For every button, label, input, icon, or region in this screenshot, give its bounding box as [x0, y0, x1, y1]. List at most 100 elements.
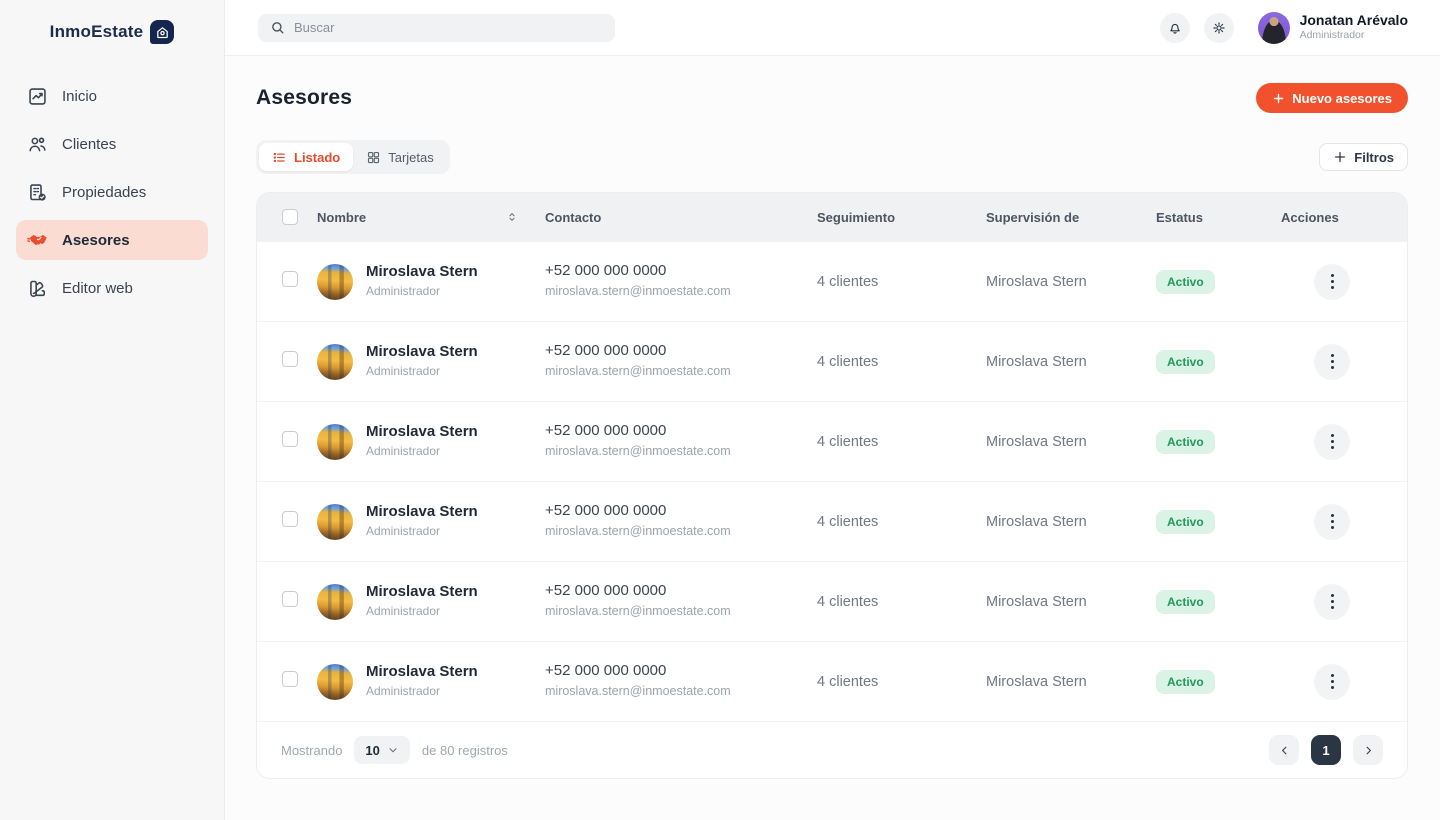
seguimiento-value: 4 clientes [817, 594, 986, 610]
status-badge: Activo [1156, 510, 1215, 534]
asesor-name: Miroslava Stern [366, 663, 478, 682]
select-all-checkbox[interactable] [282, 209, 298, 225]
tab-listado[interactable]: Listado [259, 143, 353, 171]
view-switcher: Listado Tarjetas [256, 140, 450, 174]
content: Asesores Nuevo asesores [225, 56, 1440, 820]
kebab-icon [1331, 274, 1334, 289]
new-asesor-button[interactable]: Nuevo asesores [1256, 83, 1408, 113]
asesor-phone: +52 000 000 0000 [545, 581, 817, 601]
tab-tarjetas[interactable]: Tarjetas [353, 143, 447, 171]
row-checkbox[interactable] [282, 591, 298, 607]
filters-button[interactable]: Filtros [1319, 143, 1408, 171]
row-actions-button[interactable] [1314, 344, 1350, 380]
asesor-role: Administrador [366, 602, 478, 620]
tab-listado-label: Listado [294, 150, 340, 165]
row-actions-button[interactable] [1314, 264, 1350, 300]
sidebar-item-inicio[interactable]: Inicio [16, 76, 208, 116]
asesor-avatar [317, 504, 353, 540]
search-icon [270, 20, 285, 35]
asesor-email: miroslava.stern@inmoestate.com [545, 521, 817, 542]
sidebar-item-propiedades[interactable]: Propiedades [16, 172, 208, 212]
sidebar-item-label: Editor web [62, 280, 133, 297]
asesor-name: Miroslava Stern [366, 423, 478, 442]
asesor-avatar [317, 264, 353, 300]
main-area: Jonatan Arévalo Administrador Asesores N… [225, 0, 1440, 820]
row-checkbox[interactable] [282, 351, 298, 367]
status-badge: Activo [1156, 670, 1215, 694]
supervision-value: Miroslava Stern [986, 674, 1156, 690]
table-footer: Mostrando 10 de 80 registros [257, 721, 1407, 778]
sort-icon[interactable] [505, 210, 519, 224]
row-checkbox[interactable] [282, 671, 298, 687]
kebab-icon [1331, 594, 1334, 609]
page-header: Asesores Nuevo asesores [256, 82, 1408, 114]
row-checkbox[interactable] [282, 271, 298, 287]
house-icon [150, 20, 174, 44]
asesor-name: Miroslava Stern [366, 263, 478, 282]
asesor-phone: +52 000 000 0000 [545, 661, 817, 681]
column-header-estatus: Estatus [1156, 210, 1281, 225]
supervision-value: Miroslava Stern [986, 274, 1156, 290]
current-page-button[interactable]: 1 [1311, 735, 1341, 765]
chevron-left-icon [1278, 744, 1291, 757]
supervision-value: Miroslava Stern [986, 514, 1156, 530]
gear-icon [1211, 20, 1227, 36]
row-actions-button[interactable] [1314, 504, 1350, 540]
sidebar: InmoEstate Inicio [0, 0, 225, 820]
settings-button[interactable] [1204, 13, 1234, 43]
kebab-icon [1331, 674, 1334, 689]
sidebar-nav: Inicio Clientes Propiedades [16, 76, 208, 308]
plus-icon [1333, 150, 1347, 164]
palette-icon [26, 277, 48, 299]
asesor-role: Administrador [366, 442, 478, 460]
table-row: Miroslava Stern Administrador +52 000 00… [257, 641, 1407, 721]
pagination: 1 [1269, 735, 1383, 765]
seguimiento-value: 4 clientes [817, 674, 986, 690]
sidebar-item-editor-web[interactable]: Editor web [16, 268, 208, 308]
records-label: de 80 registros [422, 743, 508, 758]
list-icon [272, 150, 287, 165]
users-icon [26, 133, 48, 155]
column-header-nombre: Nombre [317, 210, 366, 225]
asesores-table: Nombre Contacto Seguimiento Supervisión … [256, 192, 1408, 779]
prev-page-button[interactable] [1269, 735, 1299, 765]
row-checkbox[interactable] [282, 511, 298, 527]
notifications-button[interactable] [1160, 13, 1190, 43]
sidebar-item-asesores[interactable]: Asesores [16, 220, 208, 260]
row-actions-button[interactable] [1314, 584, 1350, 620]
sidebar-item-clientes[interactable]: Clientes [16, 124, 208, 164]
kebab-icon [1331, 434, 1334, 449]
sidebar-item-label: Clientes [62, 136, 116, 153]
row-checkbox[interactable] [282, 431, 298, 447]
page-size-select[interactable]: 10 [354, 736, 409, 764]
asesor-name: Miroslava Stern [366, 343, 478, 362]
asesor-email: miroslava.stern@inmoestate.com [545, 441, 817, 462]
column-header-contacto: Contacto [545, 210, 817, 225]
next-page-button[interactable] [1353, 735, 1383, 765]
sidebar-item-label: Propiedades [62, 184, 146, 201]
handshake-icon [26, 229, 48, 251]
user-name: Jonatan Arévalo [1300, 12, 1408, 29]
asesor-name: Miroslava Stern [366, 503, 478, 522]
seguimiento-value: 4 clientes [817, 274, 986, 290]
table-row: Miroslava Stern Administrador +52 000 00… [257, 321, 1407, 401]
page-size-control: Mostrando 10 de 80 registros [281, 736, 508, 764]
tab-tarjetas-label: Tarjetas [388, 150, 434, 165]
chevron-right-icon [1362, 744, 1375, 757]
row-actions-button[interactable] [1314, 664, 1350, 700]
table-header-row: Nombre Contacto Seguimiento Supervisión … [257, 193, 1407, 241]
topbar: Jonatan Arévalo Administrador [225, 0, 1440, 56]
bell-icon [1167, 20, 1183, 36]
asesor-avatar [317, 664, 353, 700]
search-input[interactable] [294, 20, 603, 35]
column-header-seguimiento: Seguimiento [817, 210, 986, 225]
seguimiento-value: 4 clientes [817, 434, 986, 450]
table-body: Miroslava Stern Administrador +52 000 00… [257, 241, 1407, 721]
chevron-down-icon [387, 744, 399, 756]
user-menu[interactable]: Jonatan Arévalo Administrador [1258, 12, 1408, 44]
asesor-role: Administrador [366, 282, 478, 300]
table-row: Miroslava Stern Administrador +52 000 00… [257, 561, 1407, 641]
asesor-name: Miroslava Stern [366, 583, 478, 602]
table-row: Miroslava Stern Administrador +52 000 00… [257, 241, 1407, 321]
row-actions-button[interactable] [1314, 424, 1350, 460]
